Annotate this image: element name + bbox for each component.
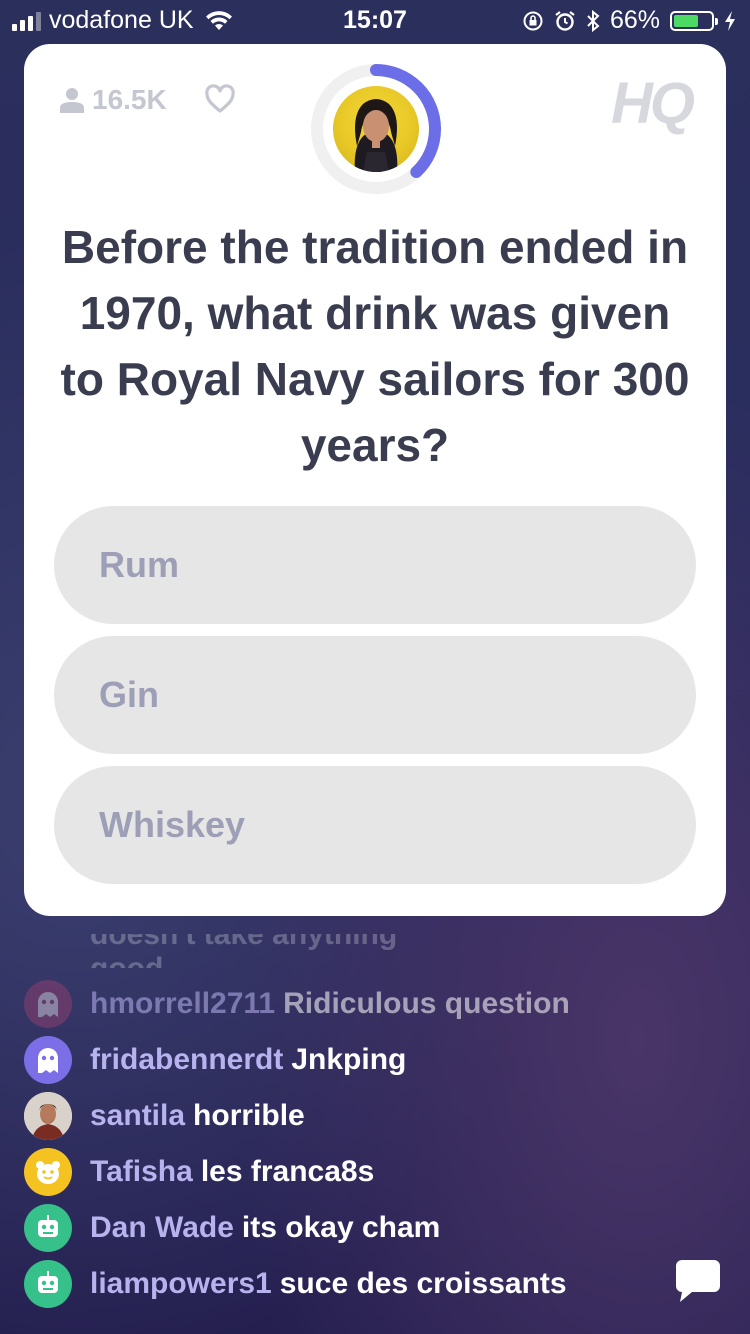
ghost-avatar-pink: [24, 980, 72, 1028]
chat-text: its okay cham: [241, 1211, 441, 1244]
chat-text: suce des croissants: [279, 1267, 567, 1300]
host-avatar: [333, 86, 419, 172]
chat-username: fridabennerdt: [90, 1043, 284, 1076]
charging-icon: [725, 10, 735, 31]
chat-message: Tafisha les franca8s: [24, 1148, 374, 1196]
person-icon: [60, 88, 84, 113]
hq-logo: HQ: [611, 71, 695, 136]
viewer-count: 16.5K: [60, 84, 167, 116]
question-text: Before the tradition ended in 1970, what…: [60, 221, 690, 471]
alarm-icon: [555, 10, 575, 31]
bear-avatar-yellow: [24, 1148, 72, 1196]
chat-username: hmorrell2711: [90, 987, 276, 1020]
chat-text: horrible: [193, 1099, 305, 1132]
ghost-avatar-purple: [24, 1036, 72, 1084]
answer-option-2[interactable]: Gin: [54, 636, 696, 754]
battery-icon: [670, 10, 718, 31]
robot-avatar-green: [24, 1260, 72, 1308]
status-bar: vodafone UK 15:07 66%: [0, 0, 750, 40]
chat-faded-message: doesn't take anything good: [90, 934, 398, 968]
chat-username: liampowers1: [90, 1267, 272, 1300]
chat-text: les franca8s: [200, 1155, 375, 1188]
chat-username: Dan Wade: [90, 1211, 234, 1244]
chat-message: fridabennerdt Jnkping: [24, 1036, 406, 1084]
answer-option-3[interactable]: Whiskey: [54, 766, 696, 884]
chat-message: hmorrell2711 Ridiculous question: [24, 980, 570, 1028]
orientation-lock-icon: [523, 11, 543, 30]
chat-username: santila: [90, 1099, 186, 1132]
question-card: 16.5K HQ Before the tradition ended in 1…: [24, 44, 726, 916]
battery-percent: 66%: [609, 6, 660, 34]
chat-message: Dan Wade its okay cham: [24, 1204, 440, 1252]
chat-bubble-icon[interactable]: [674, 1256, 722, 1304]
chat-text: Ridiculous question: [283, 987, 570, 1020]
viewer-count-value: 16.5K: [92, 84, 167, 115]
answer-option-1[interactable]: Rum: [54, 506, 696, 624]
bluetooth-icon: [587, 9, 600, 32]
heart-icon[interactable]: [204, 84, 236, 114]
chat-username: Tafisha: [90, 1155, 193, 1188]
robot-avatar-green: [24, 1204, 72, 1252]
chat-message: liampowers1 suce des croissants: [24, 1260, 567, 1308]
chat-text: Jnkping: [291, 1043, 407, 1076]
photo-avatar: [24, 1092, 72, 1140]
chat-message: santila horrible: [24, 1092, 305, 1140]
